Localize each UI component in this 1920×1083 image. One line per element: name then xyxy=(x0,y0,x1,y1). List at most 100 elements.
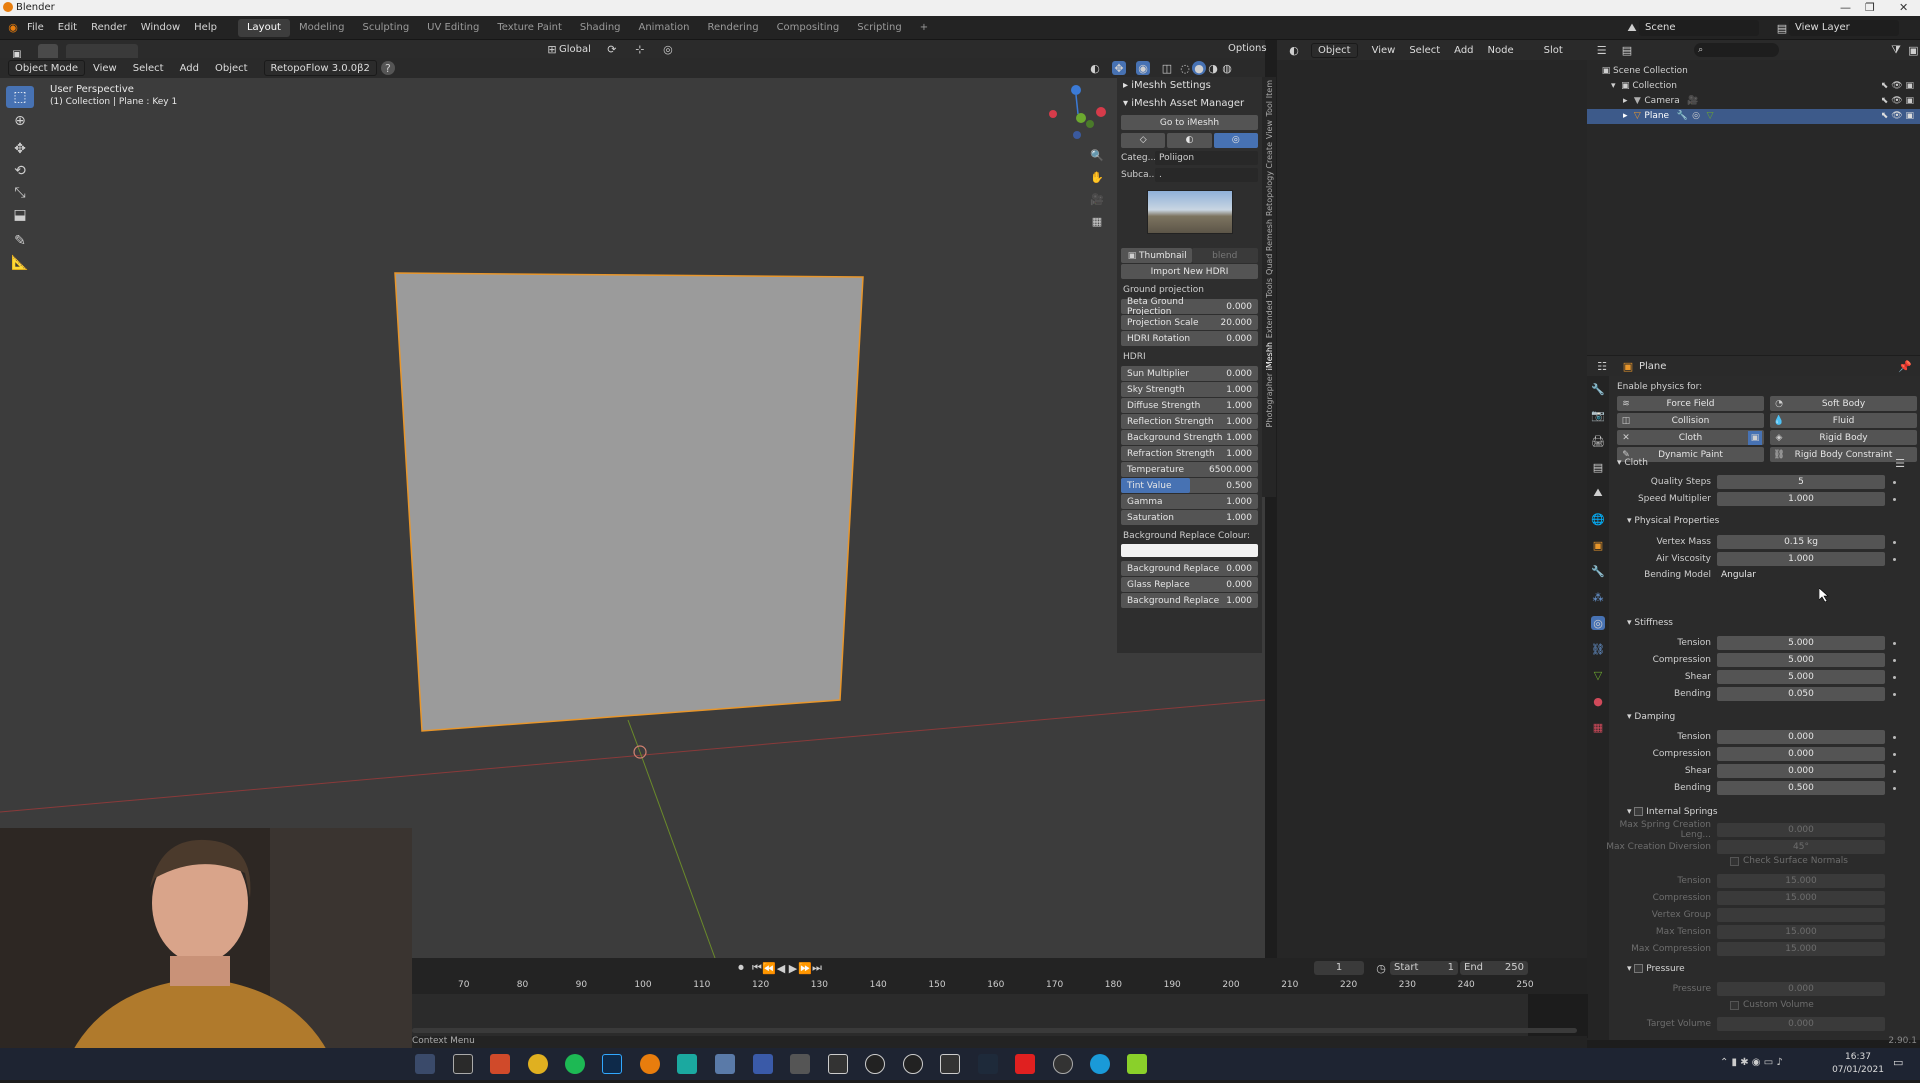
cloth-render-toggle-icon[interactable]: ▣ xyxy=(1748,430,1762,445)
npanel-tab-view[interactable]: View xyxy=(1265,120,1274,139)
scene-name[interactable]: Scene xyxy=(1639,20,1759,36)
keyframe-dot[interactable] xyxy=(1893,675,1896,679)
bg-colour-swatch[interactable] xyxy=(1121,544,1258,557)
force-field-button[interactable]: ≋ Force Field xyxy=(1617,396,1764,411)
import-hdri-button[interactable]: Import New HDRI xyxy=(1121,264,1258,279)
start-frame-field[interactable]: Start 1 xyxy=(1390,961,1458,975)
npanel-tab-item[interactable]: Item xyxy=(1265,80,1274,98)
view-layer-tab-icon[interactable]: ▤ xyxy=(1591,460,1605,474)
timeline-scrollbar[interactable] xyxy=(412,1028,1577,1033)
keyframe-dot[interactable] xyxy=(1893,692,1896,696)
speed-multiplier-field[interactable]: 1.000 xyxy=(1717,492,1885,506)
workspace-tab-animation[interactable]: Animation xyxy=(630,16,699,40)
internal-max-spring-creation-leng-field[interactable]: 0.000 xyxy=(1717,823,1885,837)
rigid-body-button[interactable]: ◈ Rigid Body xyxy=(1770,430,1917,445)
cloth-panel-header[interactable]: ▾ Cloth xyxy=(1617,456,1648,470)
hdri-rotation-field[interactable]: HDRI Rotation 0.000 xyxy=(1121,331,1258,346)
fluid-button[interactable]: 💧 Fluid xyxy=(1770,413,1917,428)
imeshh-settings-header[interactable]: ▸ iMeshh Settings xyxy=(1117,77,1262,95)
transform-tool-icon[interactable]: ⬓ xyxy=(6,204,34,226)
keyframe-dot[interactable] xyxy=(1893,769,1896,773)
outliner-item-scene-collection[interactable]: ▣ Scene Collection xyxy=(1587,64,1920,79)
saturation-field[interactable]: Saturation 1.000 xyxy=(1121,510,1258,525)
npanel-tab-photographer[interactable]: Photographer xyxy=(1265,373,1274,427)
app-icon-8[interactable] xyxy=(903,1054,923,1074)
new-collection-icon[interactable]: ▣ xyxy=(1907,43,1920,57)
outliner-item-plane[interactable]: ▸ ▽ Plane 🔧 ◎ ▽ ⬉ 👁 ▣ xyxy=(1587,109,1920,124)
gamma-field[interactable]: Gamma 1.000 xyxy=(1121,494,1258,509)
visibility-toggles[interactable]: ⬉ 👁 ▣ xyxy=(1881,94,1914,109)
options-menu[interactable]: Options xyxy=(1228,43,1267,54)
scale-tool-icon[interactable]: ⤡ xyxy=(6,182,34,204)
physical-properties-header[interactable]: ▾ Physical Properties xyxy=(1627,514,1719,528)
unity-icon[interactable] xyxy=(940,1054,960,1074)
sky-strength-field[interactable]: Sky Strength 1.000 xyxy=(1121,382,1258,397)
zoom-icon[interactable]: 🔍 xyxy=(1090,148,1104,162)
workspace-tab-scripting[interactable]: Scripting xyxy=(848,16,910,40)
keyframe-dot[interactable] xyxy=(1893,786,1896,790)
keyframe-dot[interactable] xyxy=(1893,752,1896,756)
custom-volume-row[interactable]: Custom Volume xyxy=(1730,1000,1814,1010)
node-menu-view[interactable]: View xyxy=(1372,45,1396,56)
orientation-value[interactable]: Global xyxy=(559,44,591,55)
rendered-shading-icon[interactable]: ◍ xyxy=(1220,61,1234,75)
custom-volume-checkbox[interactable] xyxy=(1730,1000,1739,1010)
menu-render[interactable]: Render xyxy=(84,16,134,40)
visibility-icon[interactable]: ◐ xyxy=(1088,61,1102,75)
visibility-toggles[interactable]: ⬉ 👁 ▣ xyxy=(1881,79,1914,94)
display-mode-icon[interactable]: ▤ xyxy=(1620,43,1633,57)
collision-button[interactable]: ◫ Collision xyxy=(1617,413,1764,428)
end-frame-field[interactable]: End 250 xyxy=(1460,961,1528,975)
properties-type-icon[interactable]: ☷ xyxy=(1595,359,1609,373)
proportional-edit-icon[interactable]: ◎ xyxy=(661,42,675,56)
internal-compression-field[interactable]: 15.000 xyxy=(1717,891,1885,905)
keyframe-dot[interactable] xyxy=(1893,735,1896,739)
category-dropdown[interactable]: Poliigon xyxy=(1155,150,1258,165)
app-icon-6[interactable] xyxy=(790,1054,810,1074)
stiffness-tension-field[interactable]: 5.000 xyxy=(1717,636,1885,650)
transform-orientation[interactable]: ⊞ Global ⟳ ⊹ ◎ xyxy=(545,40,675,58)
damping-compression-field[interactable]: 0.000 xyxy=(1717,747,1885,761)
close-icon[interactable]: ✕ xyxy=(1899,1,1908,14)
help-icon[interactable]: ? xyxy=(380,61,395,75)
photoshop-icon[interactable] xyxy=(602,1054,622,1074)
outliner-item-camera[interactable]: ▸ ▼ Camera 🎥 ⬉ 👁 ▣ xyxy=(1587,94,1920,109)
check-surface-normals-row[interactable]: Check Surface Normals xyxy=(1730,856,1848,866)
acrobat-icon[interactable] xyxy=(1015,1054,1035,1074)
pin-icon[interactable]: 📌 xyxy=(1898,359,1912,373)
stiffness-bending-field[interactable]: 0.050 xyxy=(1717,687,1885,701)
cloth-button[interactable]: ✕ Cloth ▣ xyxy=(1617,430,1764,445)
pivot-icon[interactable]: ⟳ xyxy=(605,42,619,56)
workspace-tab-uv-editing[interactable]: UV Editing xyxy=(418,16,488,40)
preview-range-icon[interactable]: ◷ xyxy=(1374,961,1388,975)
refraction-strength-field[interactable]: Refraction Strength 1.000 xyxy=(1121,446,1258,461)
model-asset-button[interactable]: ◇ xyxy=(1121,132,1166,148)
diffuse-strength-field[interactable]: Diffuse Strength 1.000 xyxy=(1121,398,1258,413)
damping-tension-field[interactable]: 0.000 xyxy=(1717,730,1885,744)
go-to-imeshh-button[interactable]: Go to iMeshh xyxy=(1121,115,1258,130)
internal-springs-checkbox[interactable] xyxy=(1634,807,1644,816)
hdri-thumbnail[interactable] xyxy=(1146,190,1233,234)
auto-key-icon[interactable]: ⏺ xyxy=(734,961,748,975)
menu-file[interactable]: File xyxy=(20,16,51,40)
gizmo-toggle-icon[interactable]: ✥ xyxy=(1112,61,1126,75)
glass-replace-1-field[interactable]: Glass Replace 0.000 xyxy=(1121,577,1258,592)
output-tab-icon[interactable]: 🖨 xyxy=(1591,434,1605,448)
viewport-menu-object[interactable]: Object xyxy=(207,63,256,74)
npanel-tab-quad-remesh[interactable]: Quad Remesh xyxy=(1265,219,1274,275)
view-layer-name[interactable]: View Layer xyxy=(1789,20,1899,36)
background-replace-0-field[interactable]: Background Replace 0.000 xyxy=(1121,561,1258,576)
outliner-item-collection[interactable]: ▾ ▣ Collection ⬉ 👁 ▣ xyxy=(1587,79,1920,94)
pressure-checkbox[interactable] xyxy=(1634,964,1644,973)
current-frame-field[interactable]: 1 xyxy=(1314,961,1364,975)
imeshh-asset-manager-header[interactable]: ▾ iMeshh Asset Manager xyxy=(1117,95,1262,113)
keyframe-dot[interactable] xyxy=(1893,557,1896,561)
render-tab-icon[interactable]: 📷 xyxy=(1591,408,1605,422)
edge-icon[interactable] xyxy=(1090,1054,1110,1074)
soft-body-button[interactable]: ◔ Soft Body xyxy=(1770,396,1917,411)
app-icon-3[interactable] xyxy=(677,1054,697,1074)
hdri-asset-button[interactable]: ◎ xyxy=(1213,132,1258,148)
add-workspace-icon[interactable]: + xyxy=(911,16,937,40)
stiffness-header[interactable]: ▾ Stiffness xyxy=(1627,616,1673,630)
npanel-tab-retopology[interactable]: Retopology xyxy=(1265,171,1274,216)
